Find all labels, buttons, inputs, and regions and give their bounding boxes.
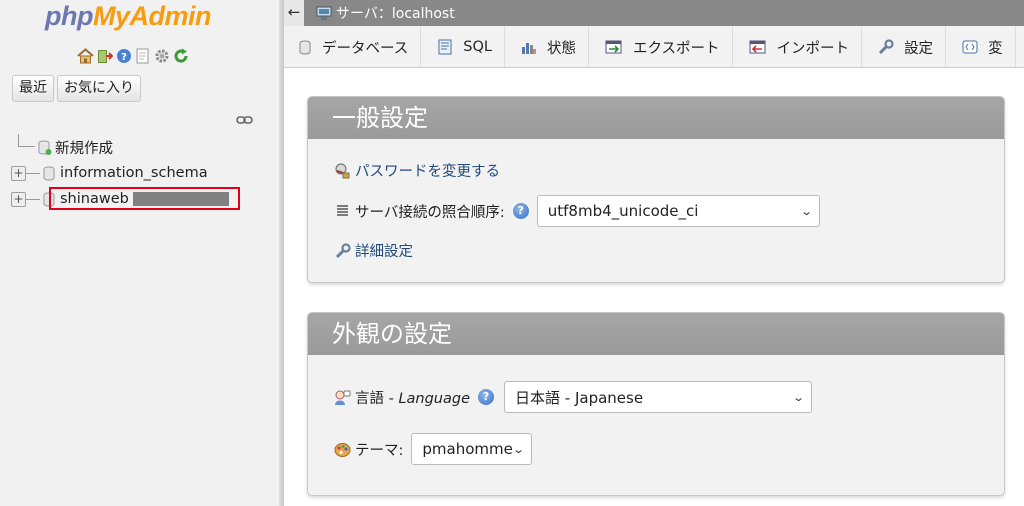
menu-variables[interactable]: 変 [946,26,1016,67]
docs-icon[interactable] [134,47,151,64]
database-icon [299,40,311,54]
tree-connector [26,198,40,200]
language-select-value: 日本語 - Japanese [515,388,644,407]
home-icon[interactable] [77,47,94,64]
language-select[interactable]: 日本語 - Japanese ⌄ [504,381,813,413]
appearance-settings-panel: 外観の設定 言語 - Language ? 日本語 - Japanese ⌄ テ… [307,312,1005,496]
import-icon [749,40,766,53]
server-breadcrumb-link[interactable]: サーバ：localhost [336,3,455,23]
change-password-icon [334,162,351,179]
theme-select[interactable]: pmahomme ⌄ [411,433,533,465]
navigation-panel: phpMyAdmin ? 最近 お気に入り 新規作成 + information… [0,0,279,506]
variables-icon [962,40,978,54]
server-icon [316,6,332,20]
menu-databases[interactable]: データベース [284,26,422,67]
collapse-nav-button[interactable]: ← [284,0,304,26]
change-password-row[interactable]: パスワードを変更する [334,160,500,181]
wrench-icon [879,39,894,55]
panel-title: 一般設定 [308,97,1004,139]
general-settings-panel: 一般設定 パスワードを変更する サーバ接続の照合順序: ? utf8mb4_un… [307,96,1005,283]
breadcrumb-bar: ← サーバ：localhost [284,0,1024,26]
tab-recent[interactable]: 最近 [12,75,54,102]
chevron-down-icon: ⌄ [791,390,805,404]
help-icon[interactable]: ? [478,389,495,405]
logout-icon[interactable] [96,47,113,64]
reload-icon[interactable] [172,47,189,64]
help-icon[interactable]: ? [115,47,132,64]
nav-tabs: 最近 お気に入り [12,75,141,102]
link-with-main-panel-icon[interactable] [236,113,253,129]
settings-icon[interactable] [153,47,170,64]
status-chart-icon [521,43,536,54]
expand-icon[interactable]: + [11,191,26,207]
main-menu: データベース SQL 状態 エクスポート インポート 設定 変 [284,26,1024,68]
menu-export-label: エクスポート [632,40,720,57]
chevron-down-icon: ⌄ [799,204,813,218]
menu-sql[interactable]: SQL [421,26,505,67]
menu-settings-label: 設定 [904,40,934,57]
tree-db-label[interactable]: information_schema [60,165,208,181]
theme-row: テーマ: pmahomme ⌄ [334,433,533,465]
collation-row: サーバ接続の照合順序: ? utf8mb4_unicode_ci ⌄ [334,195,820,227]
panel-title: 外観の設定 [308,313,1004,355]
tree-item-shinaweb[interactable]: + shinaweb [10,186,270,212]
more-settings-row[interactable]: 詳細設定 [334,240,413,261]
language-label: 言語 - Language [355,387,470,408]
tab-favorites[interactable]: お気に入り [57,75,141,102]
theme-palette-icon [334,441,351,458]
tree-new-label[interactable]: 新規作成 [55,137,113,158]
breadcrumb: サーバ：localhost [316,3,455,23]
collation-select-value: utf8mb4_unicode_ci [547,202,699,220]
tree-connector [18,134,35,147]
svg-text:?: ? [121,52,127,63]
logo-php-text: php [45,1,93,31]
change-password-link[interactable]: パスワードを変更する [355,160,500,181]
theme-label: テーマ: [355,442,404,459]
more-settings-link[interactable]: 詳細設定 [355,240,413,261]
help-icon[interactable]: ? [512,203,529,219]
menu-databases-label: データベース [322,40,409,57]
menu-status[interactable]: 状態 [505,26,589,67]
wrench-icon [334,242,351,259]
phpmyadmin-logo[interactable]: phpMyAdmin [45,1,211,32]
export-icon [605,40,622,53]
language-label-en: Language [398,390,471,407]
tree-connector [26,172,40,174]
menu-import-label: インポート [776,40,850,57]
sql-icon [438,39,452,55]
tree-item-information-schema[interactable]: + information_schema [10,160,270,186]
database-icon [43,166,55,181]
main-content: 一般設定 パスワードを変更する サーバ接続の照合順序: ? utf8mb4_un… [284,68,1024,506]
menu-variables-label: 変 [988,40,1003,57]
collation-icon [334,203,351,220]
logo-myadmin-text: MyAdmin [92,1,212,31]
tree-item-new[interactable]: 新規作成 [10,134,270,160]
language-label-ja: 言語 - [355,390,399,407]
theme-select-value: pmahomme [422,440,513,458]
language-row: 言語 - Language ? 日本語 - Japanese ⌄ [334,381,813,413]
menu-export[interactable]: エクスポート [589,26,733,67]
nav-icon-bar: ? [77,47,189,64]
chevron-down-icon: ⌄ [512,442,526,456]
new-database-icon [38,140,52,155]
collation-label: サーバ接続の照合順序: [355,204,505,221]
expand-icon[interactable]: + [11,165,26,181]
language-icon [334,389,351,406]
menu-sql-label: SQL [463,39,492,55]
collation-select[interactable]: utf8mb4_unicode_ci ⌄ [536,195,820,227]
menu-status-label: 状態 [546,40,576,57]
menu-settings[interactable]: 設定 [862,26,947,67]
menu-import[interactable]: インポート [733,26,863,67]
highlight-box [49,187,240,210]
database-tree: 新規作成 + information_schema + shinaweb [10,134,270,212]
